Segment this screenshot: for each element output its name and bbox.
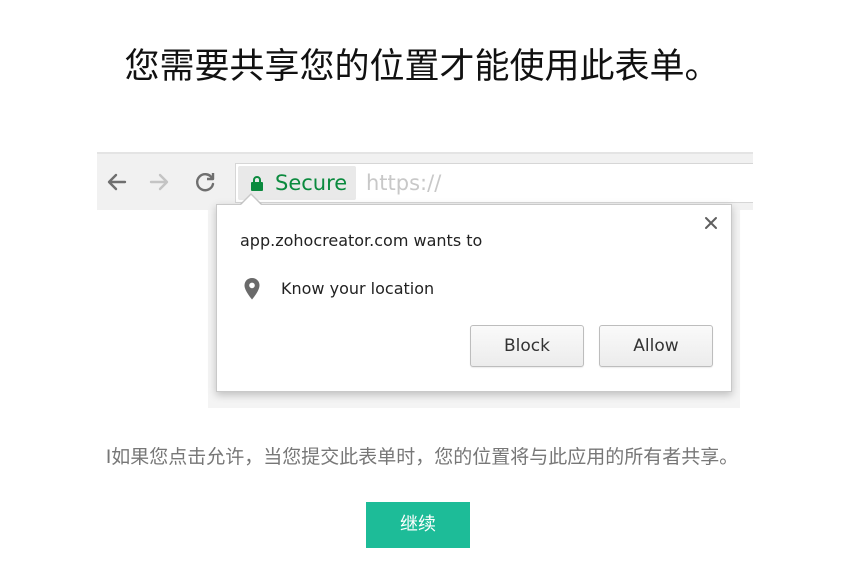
permission-text: Know your location [281, 279, 435, 298]
browser-illustration: Secure https:// app.zohocreator.com want… [97, 152, 753, 408]
lock-icon [250, 175, 264, 191]
address-bar: Secure https:// [235, 163, 753, 203]
location-pin-icon [243, 277, 261, 301]
page-title: 您需要共享您的位置才能使用此表单。 [124, 47, 720, 87]
back-arrow-icon [103, 168, 131, 196]
url-text: https:// [366, 171, 442, 195]
close-icon [703, 215, 719, 231]
continue-button[interactable]: 继续 [366, 502, 470, 548]
reload-icon [191, 168, 219, 196]
prompt-arrow-fill [240, 195, 262, 206]
location-permission-prompt: app.zohocreator.com wants to Know your l… [216, 204, 732, 392]
forward-arrow-icon [145, 168, 173, 196]
browser-toolbar: Secure https:// [97, 152, 753, 210]
allow-button: Allow [599, 325, 713, 367]
prompt-origin-text: app.zohocreator.com wants to [240, 231, 483, 250]
info-text: I如果您点击允许，当您提交此表单时，您的位置将与此应用的所有者共享。 [105, 446, 739, 468]
block-button: Block [470, 325, 584, 367]
secure-label: Secure [275, 171, 348, 195]
